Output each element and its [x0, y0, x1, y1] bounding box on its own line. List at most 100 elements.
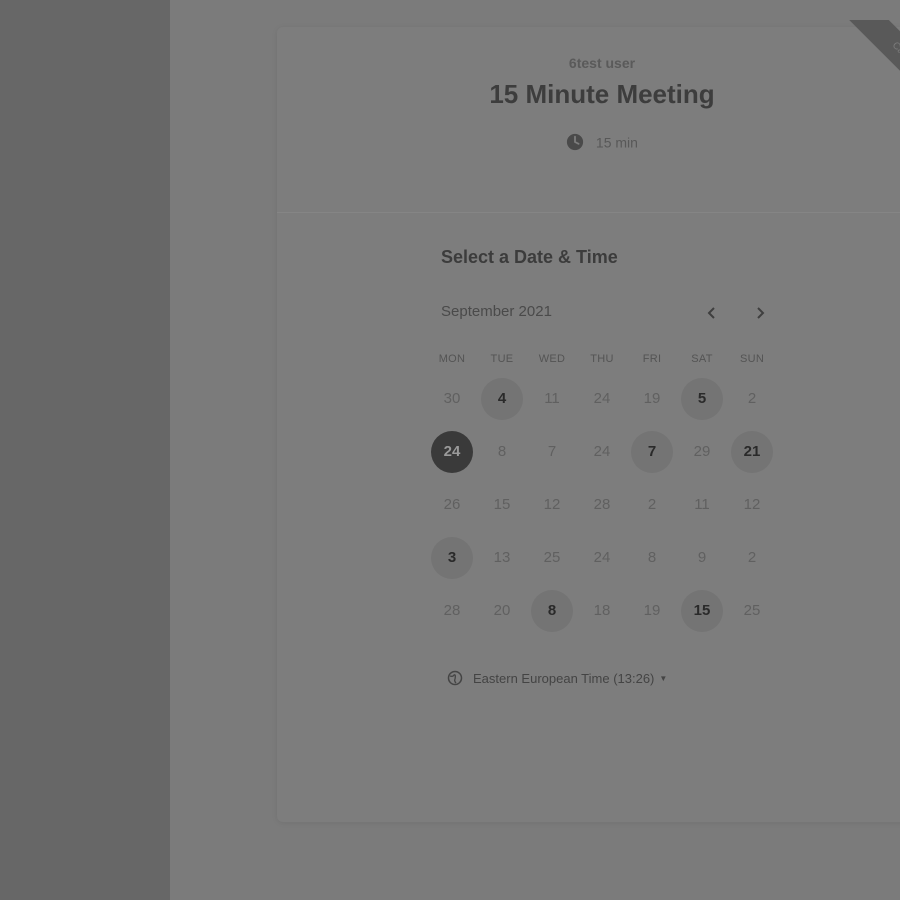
calendar-day-number: 29 [693, 443, 711, 460]
powered-by-ribbon[interactable]: Calendly [844, 20, 900, 110]
calendar-day-number: 2 [747, 549, 757, 566]
calendar-day-disabled: 18 [577, 590, 627, 632]
calendar-day-number: 8 [497, 443, 507, 460]
select-date-heading: Select a Date & Time [441, 247, 618, 267]
calendar-day-number: 8 [647, 549, 657, 566]
clock-icon [566, 134, 584, 151]
calendar-day-disabled: 28 [427, 590, 477, 632]
calendar-day-number: 26 [443, 496, 461, 513]
calendar-day-available[interactable]: 8 [527, 589, 577, 632]
calendar-day-number: 11 [694, 496, 710, 513]
calendar-day-disabled: 30 [427, 378, 477, 420]
calendar-day-number: 24 [593, 443, 611, 460]
calendar-day-disabled: 25 [727, 590, 777, 632]
calendar-day-disabled: 12 [527, 484, 577, 526]
calendar-day-number: 4 [481, 377, 523, 420]
calendar-day-number: 15 [493, 496, 511, 513]
calendar-day-disabled: 28 [577, 484, 627, 526]
calendar-day-disabled: 19 [627, 590, 677, 632]
calendar-day-disabled: 20 [477, 590, 527, 632]
weekday-label: TUE [490, 353, 514, 365]
calendar-day-disabled: 2 [727, 537, 777, 579]
caret-down-icon: ▼ [659, 673, 668, 683]
calendar-week-row: 3 13 25 24 8 9 2 [427, 531, 779, 584]
chevron-right-icon [757, 307, 765, 319]
left-panel [0, 0, 170, 900]
calendar-day-disabled: 24 [577, 378, 627, 420]
owner-name: 6test user [568, 55, 636, 71]
globe-icon [447, 670, 463, 686]
calendar-day-number: 12 [543, 496, 561, 513]
calendar-day-disabled: 11 [677, 484, 727, 526]
duration-row: 15 min [277, 133, 900, 151]
weekday-header-row: MON TUE WED THU FRI SAT SUN [427, 353, 779, 365]
calendar-day-available[interactable]: 21 [727, 430, 777, 473]
calendar-day-disabled: 2 [627, 484, 677, 526]
calendar-day-number: 8 [531, 589, 573, 632]
timezone-label: Eastern European Time (13:26) [473, 670, 655, 686]
calendar-day-disabled: 29 [677, 431, 727, 473]
booking-card: 6test user 15 Minute Meeting 15 min Cale… [277, 20, 900, 822]
prev-month-button[interactable] [697, 297, 727, 327]
calendar-day-number: 25 [743, 602, 761, 619]
calendar-day-disabled: 13 [477, 537, 527, 579]
calendar-day-available[interactable]: 7 [627, 430, 677, 473]
calendar-day-selected[interactable]: 24 [427, 430, 477, 473]
weekday-label: SAT [691, 353, 713, 365]
calendar-day-number: 24 [431, 430, 473, 473]
calendar-day-disabled: 8 [477, 431, 527, 473]
calendar-day-number: 3 [431, 536, 473, 579]
calendar-day-disabled: 2 [727, 378, 777, 420]
calendar-day-number: 24 [593, 549, 611, 566]
calendar-day-disabled: 9 [677, 537, 727, 579]
month-label: September 2021 [441, 303, 552, 320]
calendar-day-disabled: 24 [577, 431, 627, 473]
calendar-day-number: 13 [493, 549, 511, 566]
calendar-day-number: 19 [643, 602, 661, 619]
calendar-day-available[interactable]: 5 [677, 377, 727, 420]
weekday-label: THU [590, 353, 614, 365]
ribbon-label: Calendly [844, 20, 900, 110]
calendar-day-disabled: 24 [577, 537, 627, 579]
calendar-day-number: 28 [443, 602, 461, 619]
event-title: 15 Minute Meeting [489, 79, 715, 109]
calendar-day-disabled: 19 [627, 378, 677, 420]
calendar-day-number: 24 [593, 390, 611, 407]
calendar-day-available[interactable]: 4 [477, 377, 527, 420]
calendar-day-disabled: 12 [727, 484, 777, 526]
chevron-left-icon [707, 307, 715, 319]
calendar-grid: 30 4 11 24 19 5 2 24 8 7 24 7 29 21 26 15 12 28 2 11 12 3 13 25… [427, 372, 779, 637]
calendar-day-disabled: 7 [527, 431, 577, 473]
timezone-selector[interactable]: Eastern European Time (13:26) ▼ [447, 670, 667, 686]
calendar-day-number: 2 [747, 390, 757, 407]
calendar-day-disabled: 11 [527, 378, 577, 420]
calendar-day-number: 12 [743, 496, 761, 513]
weekday-label: SUN [739, 353, 765, 365]
calendar-day-number: 9 [697, 549, 707, 566]
calendar-week-row: 24 8 7 24 7 29 21 [427, 425, 779, 478]
event-header: 6test user 15 Minute Meeting 15 min [277, 27, 900, 213]
calendar-day-number: 2 [647, 496, 657, 513]
calendar-day-available[interactable]: 15 [677, 589, 727, 632]
next-month-button[interactable] [745, 297, 775, 327]
calendar-day-number: 25 [543, 549, 561, 566]
weekday-label: WED [538, 353, 566, 365]
calendar-day-disabled: 26 [427, 484, 477, 526]
calendar-week-row: 28 20 8 18 19 15 25 [427, 584, 779, 637]
calendar-day-number: 21 [731, 430, 773, 473]
calendar-week-row: 30 4 11 24 19 5 2 [427, 372, 779, 425]
calendar-day-available[interactable]: 3 [427, 536, 477, 579]
calendar-day-disabled: 8 [627, 537, 677, 579]
calendar-day-number: 11 [544, 390, 560, 407]
calendar-day-number: 20 [493, 602, 511, 619]
calendar-day-number: 28 [593, 496, 611, 513]
duration-label: 15 min [595, 134, 638, 151]
page-viewport: 6test user 15 Minute Meeting 15 min Cale… [0, 0, 900, 900]
calendar-day-number: 5 [681, 377, 723, 420]
calendar-day-number: 19 [643, 390, 661, 407]
calendar-day-number: 30 [443, 390, 461, 407]
weekday-label: MON [438, 353, 466, 365]
calendar-day-disabled: 15 [477, 484, 527, 526]
calendar-day-disabled: 25 [527, 537, 577, 579]
calendar-day-number: 7 [631, 430, 673, 473]
